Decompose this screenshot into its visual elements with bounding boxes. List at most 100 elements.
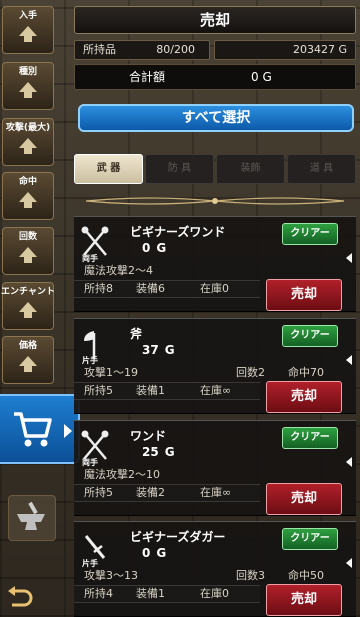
filter-label: 価格: [18, 341, 37, 351]
sort-up-arrow-icon: [19, 26, 37, 42]
item-stat: 魔法攻撃2～10: [84, 468, 160, 481]
sort-up-arrow-icon: [19, 302, 37, 318]
sort-up-arrow-icon: [19, 247, 37, 263]
equipped-count: 装備1: [136, 587, 165, 600]
price-currency: G: [164, 445, 175, 459]
inventory-info: 所持5 装備2 在庫∞: [74, 484, 260, 502]
owned-value: 80/200: [156, 43, 195, 56]
clear-button[interactable]: クリアー: [282, 528, 338, 550]
filter-price[interactable]: 価格: [2, 336, 54, 384]
owned-count: 所持5: [84, 486, 113, 499]
item-stat: 攻撃1～19: [84, 366, 138, 379]
price-currency: G: [156, 241, 167, 255]
owned-count: 所持4: [84, 587, 113, 600]
equipped-count: 装備2: [136, 486, 165, 499]
total-label: 合計額: [129, 70, 166, 84]
item-price: 37 G: [142, 343, 175, 357]
sort-up-arrow-icon: [19, 356, 37, 372]
price-value: 0: [142, 546, 151, 560]
item-name: ビギナーズワンド: [130, 225, 226, 239]
inventory-info: 所持5 装備1 在庫∞: [74, 382, 260, 400]
tab-weapons[interactable]: 武 器: [74, 154, 143, 184]
sort-up-arrow-icon: [19, 82, 37, 98]
filter-label: 種別: [18, 67, 37, 77]
item-name: ビギナーズダガー: [130, 530, 226, 544]
filter-type[interactable]: 種別: [2, 62, 54, 110]
total-amount-bar: 合計額 0 G: [74, 64, 356, 90]
filter-acquired[interactable]: 入手: [2, 6, 54, 54]
sell-button[interactable]: 売却: [266, 584, 342, 616]
sell-tab-button[interactable]: [0, 394, 80, 464]
filter-enchant[interactable]: エンチャント: [1, 282, 55, 330]
item-row[interactable]: 両手 ワンド 25 G 魔法攻撃2～10 所持5 装備2 在庫∞ クリアー 売却: [74, 420, 356, 516]
anvil-icon: [17, 501, 45, 530]
price-value: 0: [142, 241, 151, 255]
sell-button[interactable]: 売却: [266, 381, 342, 413]
decrease-arrow-icon[interactable]: [346, 355, 352, 365]
decrease-arrow-icon[interactable]: [346, 253, 352, 263]
clear-button[interactable]: クリアー: [282, 325, 338, 347]
filter-label: 命中: [18, 177, 37, 187]
filter-count[interactable]: 回数: [2, 227, 54, 275]
sell-panel: 売却 所持品 80/200 203427 G 合計額 0 G すべて選択 武 器…: [74, 0, 356, 617]
equipped-count: 装備1: [136, 384, 165, 397]
stock-count: 在庫∞: [200, 384, 232, 397]
item-row[interactable]: 片手 斧 37 G 攻撃1～19 回数2 命中70 所持5 装備1 在庫∞ クリア…: [74, 318, 356, 414]
back-button[interactable]: [4, 585, 34, 613]
back-arrow-icon: [8, 586, 33, 607]
expand-arrow-icon: [64, 424, 72, 438]
gold-amount: 203427 G: [214, 40, 356, 60]
owned-label: 所持品: [83, 43, 116, 56]
item-price: 0G: [142, 546, 166, 560]
page-title: 売却: [74, 6, 356, 34]
equipped-count: 装備6: [136, 282, 165, 295]
tab-armor[interactable]: 防 具: [145, 154, 214, 184]
anvil-tab-button[interactable]: [8, 495, 56, 541]
sell-button[interactable]: 売却: [266, 279, 342, 311]
filter-label: エンチャント: [1, 287, 55, 297]
item-name: ワンド: [130, 429, 167, 443]
price-value: 25: [142, 445, 159, 459]
clear-button[interactable]: クリアー: [282, 223, 338, 245]
shopping-cart-icon: [14, 412, 52, 447]
stock-count: 在庫0: [200, 282, 229, 295]
price-currency: G: [164, 343, 175, 357]
sort-up-arrow-icon: [19, 138, 37, 154]
item-row[interactable]: 両手 ビギナーズワンド 0G 魔法攻撃2～4 所持8 装備6 在庫0 クリアー …: [74, 216, 356, 312]
item-row[interactable]: 片手 ビギナーズダガー 0G 攻撃3～13 回数3 命中50 所持4 装備1 在…: [74, 521, 356, 617]
filter-attack-max[interactable]: 攻撃(最大): [2, 118, 54, 166]
stock-count: 在庫∞: [200, 486, 232, 499]
decrease-arrow-icon[interactable]: [346, 558, 352, 568]
total-value: 0 G: [251, 70, 272, 84]
decrease-arrow-icon[interactable]: [346, 457, 352, 467]
inventory-info: 所持4 装備1 在庫0: [74, 585, 260, 603]
price-currency: G: [156, 546, 167, 560]
price-value: 37: [142, 343, 159, 357]
item-hit: 命中70: [288, 366, 324, 379]
tab-accessories[interactable]: 装飾: [216, 154, 285, 184]
inventory-count: 所持品 80/200: [74, 40, 210, 60]
inventory-info: 所持8 装備6 在庫0: [74, 280, 260, 298]
filter-label: 攻撃(最大): [5, 123, 51, 133]
item-price: 0G: [142, 241, 166, 255]
item-count: 回数3: [236, 569, 265, 582]
item-stat: 魔法攻撃2～4: [84, 264, 153, 277]
clear-button[interactable]: クリアー: [282, 427, 338, 449]
item-name: 斧: [130, 327, 143, 341]
sell-button[interactable]: 売却: [266, 483, 342, 515]
filter-hit[interactable]: 命中: [2, 172, 54, 220]
item-hit: 命中50: [288, 569, 324, 582]
tab-items[interactable]: 道 具: [287, 154, 356, 184]
sort-up-arrow-icon: [19, 192, 37, 208]
item-price: 25 G: [142, 445, 175, 459]
filter-sidebar: 入手 種別 攻撃(最大) 命中 回数 エンチャント 価格: [0, 0, 80, 617]
ornament-divider: [86, 197, 344, 205]
owned-count: 所持8: [84, 282, 113, 295]
filter-label: 回数: [18, 232, 37, 242]
stock-count: 在庫0: [200, 587, 229, 600]
category-tabs: 武 器 防 具 装飾 道 具: [74, 154, 356, 184]
select-all-button[interactable]: すべて選択: [78, 104, 354, 132]
inventory-status-row: 所持品 80/200 203427 G: [74, 40, 356, 60]
owned-count: 所持5: [84, 384, 113, 397]
filter-label: 入手: [18, 11, 37, 21]
